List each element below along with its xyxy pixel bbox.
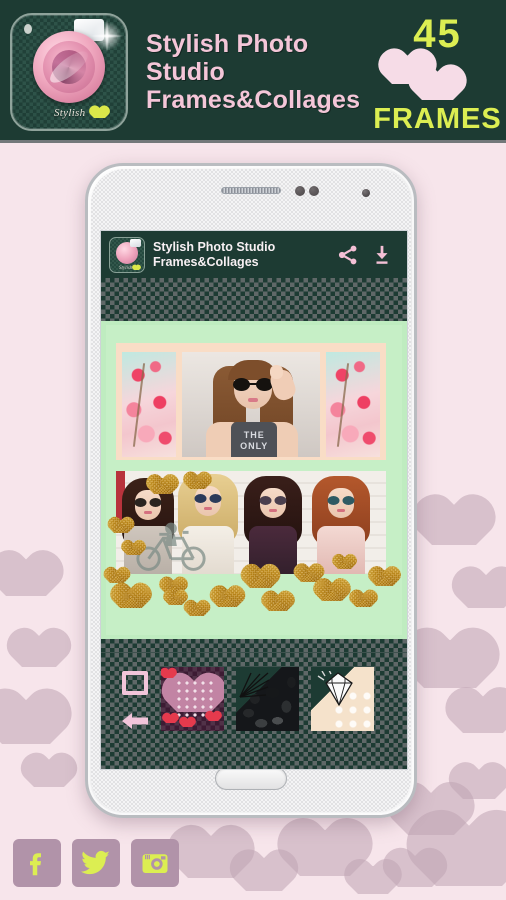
promo-banner: Stylish Stylish Photo Studio Frames&Coll… bbox=[0, 0, 506, 143]
social-links-bar bbox=[13, 839, 179, 887]
header-pattern-strip bbox=[101, 278, 407, 321]
icon-brand-text: Stylish bbox=[54, 106, 86, 119]
app-logo-heart-icon bbox=[134, 265, 139, 270]
proximity-sensor-icon bbox=[295, 186, 305, 196]
app-header-bar: Stylish Stylish Photo Studio Frames&Coll… bbox=[101, 231, 407, 278]
collage-cell-floral-right[interactable] bbox=[325, 352, 380, 457]
glitter-heart-sticker[interactable] bbox=[114, 520, 128, 533]
collage-canvas[interactable]: THE ONLY bbox=[101, 321, 407, 639]
banner-title-line1: Stylish Photo Studio bbox=[146, 29, 309, 86]
decorative-heart bbox=[22, 636, 56, 667]
decorative-heart bbox=[424, 640, 476, 688]
download-button[interactable] bbox=[365, 238, 399, 272]
glitter-heart-sticker[interactable] bbox=[154, 478, 171, 494]
phone-body: Stylish Stylish Photo Studio Frames&Coll… bbox=[91, 169, 411, 812]
glitter-heart-sticker[interactable] bbox=[127, 543, 140, 555]
app-logo-icon: Stylish bbox=[109, 236, 145, 273]
glitter-heart-sticker[interactable] bbox=[190, 475, 205, 489]
app-header-title: Stylish Photo Studio Frames&Collages bbox=[153, 240, 331, 270]
decorative-heart bbox=[463, 770, 495, 799]
light-sensor-icon bbox=[309, 186, 319, 196]
glitter-heart-sticker[interactable] bbox=[356, 593, 371, 607]
facebook-button[interactable] bbox=[13, 839, 61, 887]
small-heart-icon bbox=[183, 719, 192, 727]
app-header-title-line2: Frames&Collages bbox=[153, 254, 259, 269]
app-logo-brand-text: Stylish bbox=[119, 265, 133, 271]
decorative-heart bbox=[6, 560, 46, 596]
front-camera-icon bbox=[362, 189, 370, 197]
photo-girl-3 bbox=[244, 476, 302, 574]
glitter-heart-sticker[interactable] bbox=[218, 590, 237, 607]
glitter-heart-sticker[interactable] bbox=[338, 557, 351, 569]
glitter-heart-sticker[interactable] bbox=[301, 567, 317, 582]
back-arrow-button[interactable] bbox=[120, 711, 150, 731]
decorative-heart bbox=[358, 866, 388, 894]
frames-count-badge: 45 FRAMES bbox=[373, 6, 502, 138]
decorative-heart bbox=[188, 836, 234, 878]
shirt-text-line1: THE bbox=[243, 430, 265, 440]
decorative-heart bbox=[468, 575, 504, 608]
download-icon bbox=[376, 245, 388, 264]
decorative-heart bbox=[432, 505, 476, 545]
decorative-heart bbox=[463, 697, 503, 733]
glitter-heart-sticker[interactable] bbox=[269, 595, 287, 611]
decorative-heart bbox=[436, 826, 502, 886]
collage-cell-floral-left[interactable] bbox=[122, 352, 177, 457]
frames-label: FRAMES bbox=[373, 102, 502, 135]
sunglasses-graphic bbox=[233, 378, 274, 391]
sparkle-icon bbox=[84, 14, 126, 59]
decorative-heart bbox=[2, 700, 50, 744]
phone-screen: Stylish Stylish Photo Studio Frames&Coll… bbox=[100, 230, 408, 770]
share-button[interactable] bbox=[331, 238, 365, 272]
glitter-heart-sticker[interactable] bbox=[190, 603, 204, 616]
icon-led-dot bbox=[24, 23, 32, 34]
collage-top-row[interactable]: THE ONLY bbox=[116, 343, 386, 460]
shirt-text-line2: ONLY bbox=[240, 441, 269, 451]
small-heart-icon bbox=[164, 670, 173, 678]
banner-title: Stylish Photo Studio Frames&Collages bbox=[146, 30, 375, 114]
glitter-heart-sticker[interactable] bbox=[110, 570, 124, 583]
app-header-title-line1: Stylish Photo Studio bbox=[153, 239, 276, 254]
phone-mockup: Stylish Stylish Photo Studio Frames&Coll… bbox=[85, 163, 417, 818]
diamond-icon bbox=[317, 671, 353, 707]
speaker-grille-icon bbox=[221, 187, 281, 194]
decorative-heart bbox=[398, 856, 432, 887]
glitter-heart-sticker[interactable] bbox=[169, 593, 182, 605]
glitter-heart-sticker[interactable] bbox=[120, 588, 142, 608]
twitter-button[interactable] bbox=[72, 839, 120, 887]
small-heart-icon bbox=[166, 715, 175, 723]
glitter-heart-sticker[interactable] bbox=[322, 583, 342, 601]
collage-cell-photo-girl[interactable]: THE ONLY bbox=[182, 352, 320, 457]
sticker-thumbnail-list bbox=[161, 663, 399, 731]
banner-divider bbox=[0, 140, 506, 143]
share-icon bbox=[338, 245, 357, 264]
app-icon: Stylish bbox=[10, 12, 128, 131]
spike-lines-icon bbox=[239, 672, 270, 698]
thumb-diamond-bows[interactable] bbox=[311, 667, 374, 731]
home-button[interactable] bbox=[215, 767, 287, 790]
editor-toolbar bbox=[101, 653, 407, 769]
icon-heart bbox=[94, 107, 105, 118]
glitter-heart-sticker[interactable] bbox=[250, 569, 271, 588]
facebook-icon bbox=[30, 853, 41, 876]
small-heart-icon bbox=[209, 713, 218, 721]
badge-heart-icon bbox=[422, 71, 453, 100]
thumb-black-confetti[interactable] bbox=[236, 667, 299, 731]
decorative-heart bbox=[34, 760, 64, 787]
banner-title-line2: Frames&Collages bbox=[146, 85, 361, 114]
toolbar-pattern-strip bbox=[101, 639, 407, 653]
glitter-heart-sticker[interactable] bbox=[376, 570, 393, 586]
instagram-button[interactable] bbox=[131, 839, 179, 887]
decorative-heart bbox=[300, 830, 350, 876]
twitter-icon bbox=[81, 850, 110, 875]
instagram-icon bbox=[142, 854, 168, 873]
thumb-polka-heart[interactable] bbox=[161, 667, 224, 731]
decorative-heart bbox=[246, 858, 282, 891]
frame-button[interactable] bbox=[122, 671, 148, 695]
